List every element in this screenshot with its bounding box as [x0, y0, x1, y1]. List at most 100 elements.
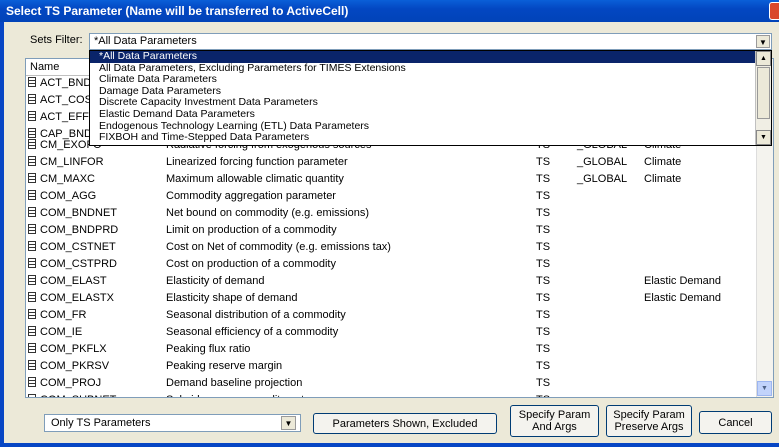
- row-description: Subsidy on a commodity net: [166, 392, 304, 397]
- table-row[interactable]: COM_AGG Commodity aggregation parameter TS: [26, 188, 756, 205]
- button-label: Parameters Shown, Excluded: [332, 417, 478, 430]
- button-label: Specify Param: [613, 409, 685, 421]
- sets-filter-label: Sets Filter:: [30, 34, 83, 46]
- table-row[interactable]: COM_ELASTX Elasticity shape of demand TS El…: [26, 290, 756, 307]
- parameters-shown-excluded-button[interactable]: Parameters Shown, Excluded: [313, 413, 497, 434]
- row-name-cell: COM_CSTNET: [28, 239, 116, 256]
- table-row[interactable]: COM_FR Seasonal distribution of a commodi…: [26, 307, 756, 324]
- document-icon: [28, 309, 36, 319]
- document-icon: [28, 94, 36, 104]
- row-description: Peaking flux ratio: [166, 343, 251, 355]
- specify-param-preserve-args-button[interactable]: Specify Param Preserve Args: [606, 405, 692, 437]
- table-row[interactable]: COM_BNDNET Net bound on commodity (e.g. e…: [26, 205, 756, 222]
- row-description: Peaking reserve margin: [166, 360, 283, 372]
- row-name: COM_AGG: [40, 190, 97, 202]
- row-type: TS: [536, 241, 551, 253]
- row-name: COM_ELAST: [40, 275, 107, 287]
- row-name-cell: CM_LINFOR: [28, 154, 104, 171]
- row-name: COM_FR: [40, 309, 87, 321]
- row-set: Climate: [644, 156, 682, 168]
- row-type: TS: [536, 392, 550, 397]
- table-row[interactable]: COM_IE Seasonal efficiency of a commodity…: [26, 324, 756, 341]
- row-type: TS: [536, 207, 551, 219]
- document-icon: [28, 207, 36, 217]
- cancel-button[interactable]: Cancel: [699, 411, 772, 434]
- row-name: ACT_BND: [40, 77, 92, 89]
- row-name: COM_PROJ: [40, 377, 102, 389]
- row-name: COM_CSTNET: [40, 241, 116, 253]
- table-row[interactable]: COM_SUBNET Subsidy on a commodity net TS: [26, 392, 756, 397]
- row-type: TS: [536, 190, 551, 202]
- table-row[interactable]: COM_BNDPRD Limit on production of a commo…: [26, 222, 756, 239]
- table-row[interactable]: CM_MAXC Maximum allowable climatic quanti…: [26, 171, 756, 188]
- button-label: Specify Param: [518, 409, 591, 421]
- row-name: COM_PKFLX: [40, 343, 107, 355]
- row-region: _GLOBAL: [577, 156, 628, 168]
- row-description: Limit on production of a commodity: [166, 224, 337, 236]
- document-icon: [28, 156, 36, 166]
- row-name-cell: COM_PKFLX: [28, 341, 107, 358]
- row-name-cell: COM_AGG: [28, 188, 96, 205]
- row-name: COM_SUBNET: [40, 394, 116, 397]
- window-title-bar[interactable]: Select TS Parameter (Name will be transf…: [0, 0, 779, 22]
- table-row[interactable]: COM_CSTNET Cost on Net of commodity (e.g.…: [26, 239, 756, 256]
- row-name-cell: COM_BNDNET: [28, 205, 117, 222]
- scroll-thumb[interactable]: [757, 67, 770, 119]
- row-type: TS: [536, 224, 551, 236]
- table-row[interactable]: COM_ELAST Elasticity of demand TS Elastic D…: [26, 273, 756, 290]
- table-row[interactable]: CM_LINFOR Linearized forcing function par…: [26, 154, 756, 171]
- button-label: And Args: [532, 421, 577, 433]
- row-type: TS: [536, 360, 551, 372]
- row-name-cell: COM_SUBNET: [28, 392, 116, 397]
- dropdown-option[interactable]: Elastic Demand Data Parameters: [90, 108, 771, 121]
- scroll-up-icon[interactable]: ▲: [756, 51, 771, 66]
- type-filter-value: Only TS Parameters: [51, 417, 151, 429]
- document-icon: [28, 241, 36, 251]
- document-icon: [28, 394, 36, 397]
- dropdown-option[interactable]: FIXBOH and Time-Stepped Data Parameters: [90, 132, 771, 144]
- table-row[interactable]: COM_PKRSV Peaking reserve margin TS: [26, 358, 756, 375]
- row-description: Seasonal efficiency of a commodity: [166, 326, 339, 338]
- row-name-cell: COM_CSTPRD: [28, 256, 117, 273]
- row-region: _GLOBAL: [577, 173, 628, 185]
- row-name-cell: COM_IE: [28, 324, 82, 341]
- row-name-cell: CM_MAXC: [28, 171, 95, 188]
- dropdown-scrollbar[interactable]: ▲ ▼: [755, 51, 771, 145]
- table-row[interactable]: COM_PKFLX Peaking flux ratio TS: [26, 341, 756, 358]
- column-header-name[interactable]: Name: [30, 61, 59, 73]
- window-title: Select TS Parameter (Name will be transf…: [6, 4, 349, 18]
- table-row[interactable]: COM_CSTPRD Cost on production of a commod…: [26, 256, 756, 273]
- close-button[interactable]: [769, 2, 779, 20]
- row-type: TS: [536, 309, 551, 321]
- chevron-down-icon[interactable]: ▼: [756, 35, 770, 48]
- sets-filter-combo[interactable]: *All Data Parameters ▼: [89, 33, 772, 50]
- row-name: COM_BNDNET: [40, 207, 118, 219]
- table-row[interactable]: COM_PROJ Demand baseline projection TS: [26, 375, 756, 392]
- button-label: Cancel: [718, 416, 753, 429]
- sets-filter-dropdown-list[interactable]: *All Data Parameters All Data Parameters,…: [89, 50, 772, 146]
- row-type: TS: [536, 326, 551, 338]
- scroll-down-icon[interactable]: ▼: [756, 130, 771, 145]
- dropdown-option[interactable]: *All Data Parameters: [90, 51, 771, 63]
- document-icon: [28, 377, 36, 387]
- row-name-cell: COM_PROJ: [28, 375, 101, 392]
- document-icon: [28, 190, 36, 200]
- row-description: Commodity aggregation parameter: [166, 190, 336, 202]
- row-name: COM_PKRSV: [40, 360, 110, 372]
- row-description: Cost on Net of commodity (e.g. emissions…: [166, 241, 391, 253]
- specify-param-and-args-button[interactable]: Specify Param And Args: [510, 405, 599, 437]
- document-icon: [28, 326, 36, 336]
- row-type: TS: [536, 377, 551, 389]
- row-set: Elastic Demand: [644, 275, 722, 287]
- document-icon: [28, 258, 36, 268]
- row-set: Climate: [644, 173, 682, 185]
- row-name-cell: COM_FR: [28, 307, 86, 324]
- row-set: Elastic Demand: [644, 292, 722, 304]
- document-icon: [28, 111, 36, 121]
- row-description: Elasticity shape of demand: [166, 292, 298, 304]
- row-name: ACT_COS: [40, 94, 92, 106]
- chevron-down-icon[interactable]: ▼: [281, 416, 296, 430]
- type-filter-combo[interactable]: Only TS Parameters ▼: [44, 414, 301, 432]
- scroll-down-icon[interactable]: ▼: [757, 381, 772, 396]
- document-icon: [28, 343, 36, 353]
